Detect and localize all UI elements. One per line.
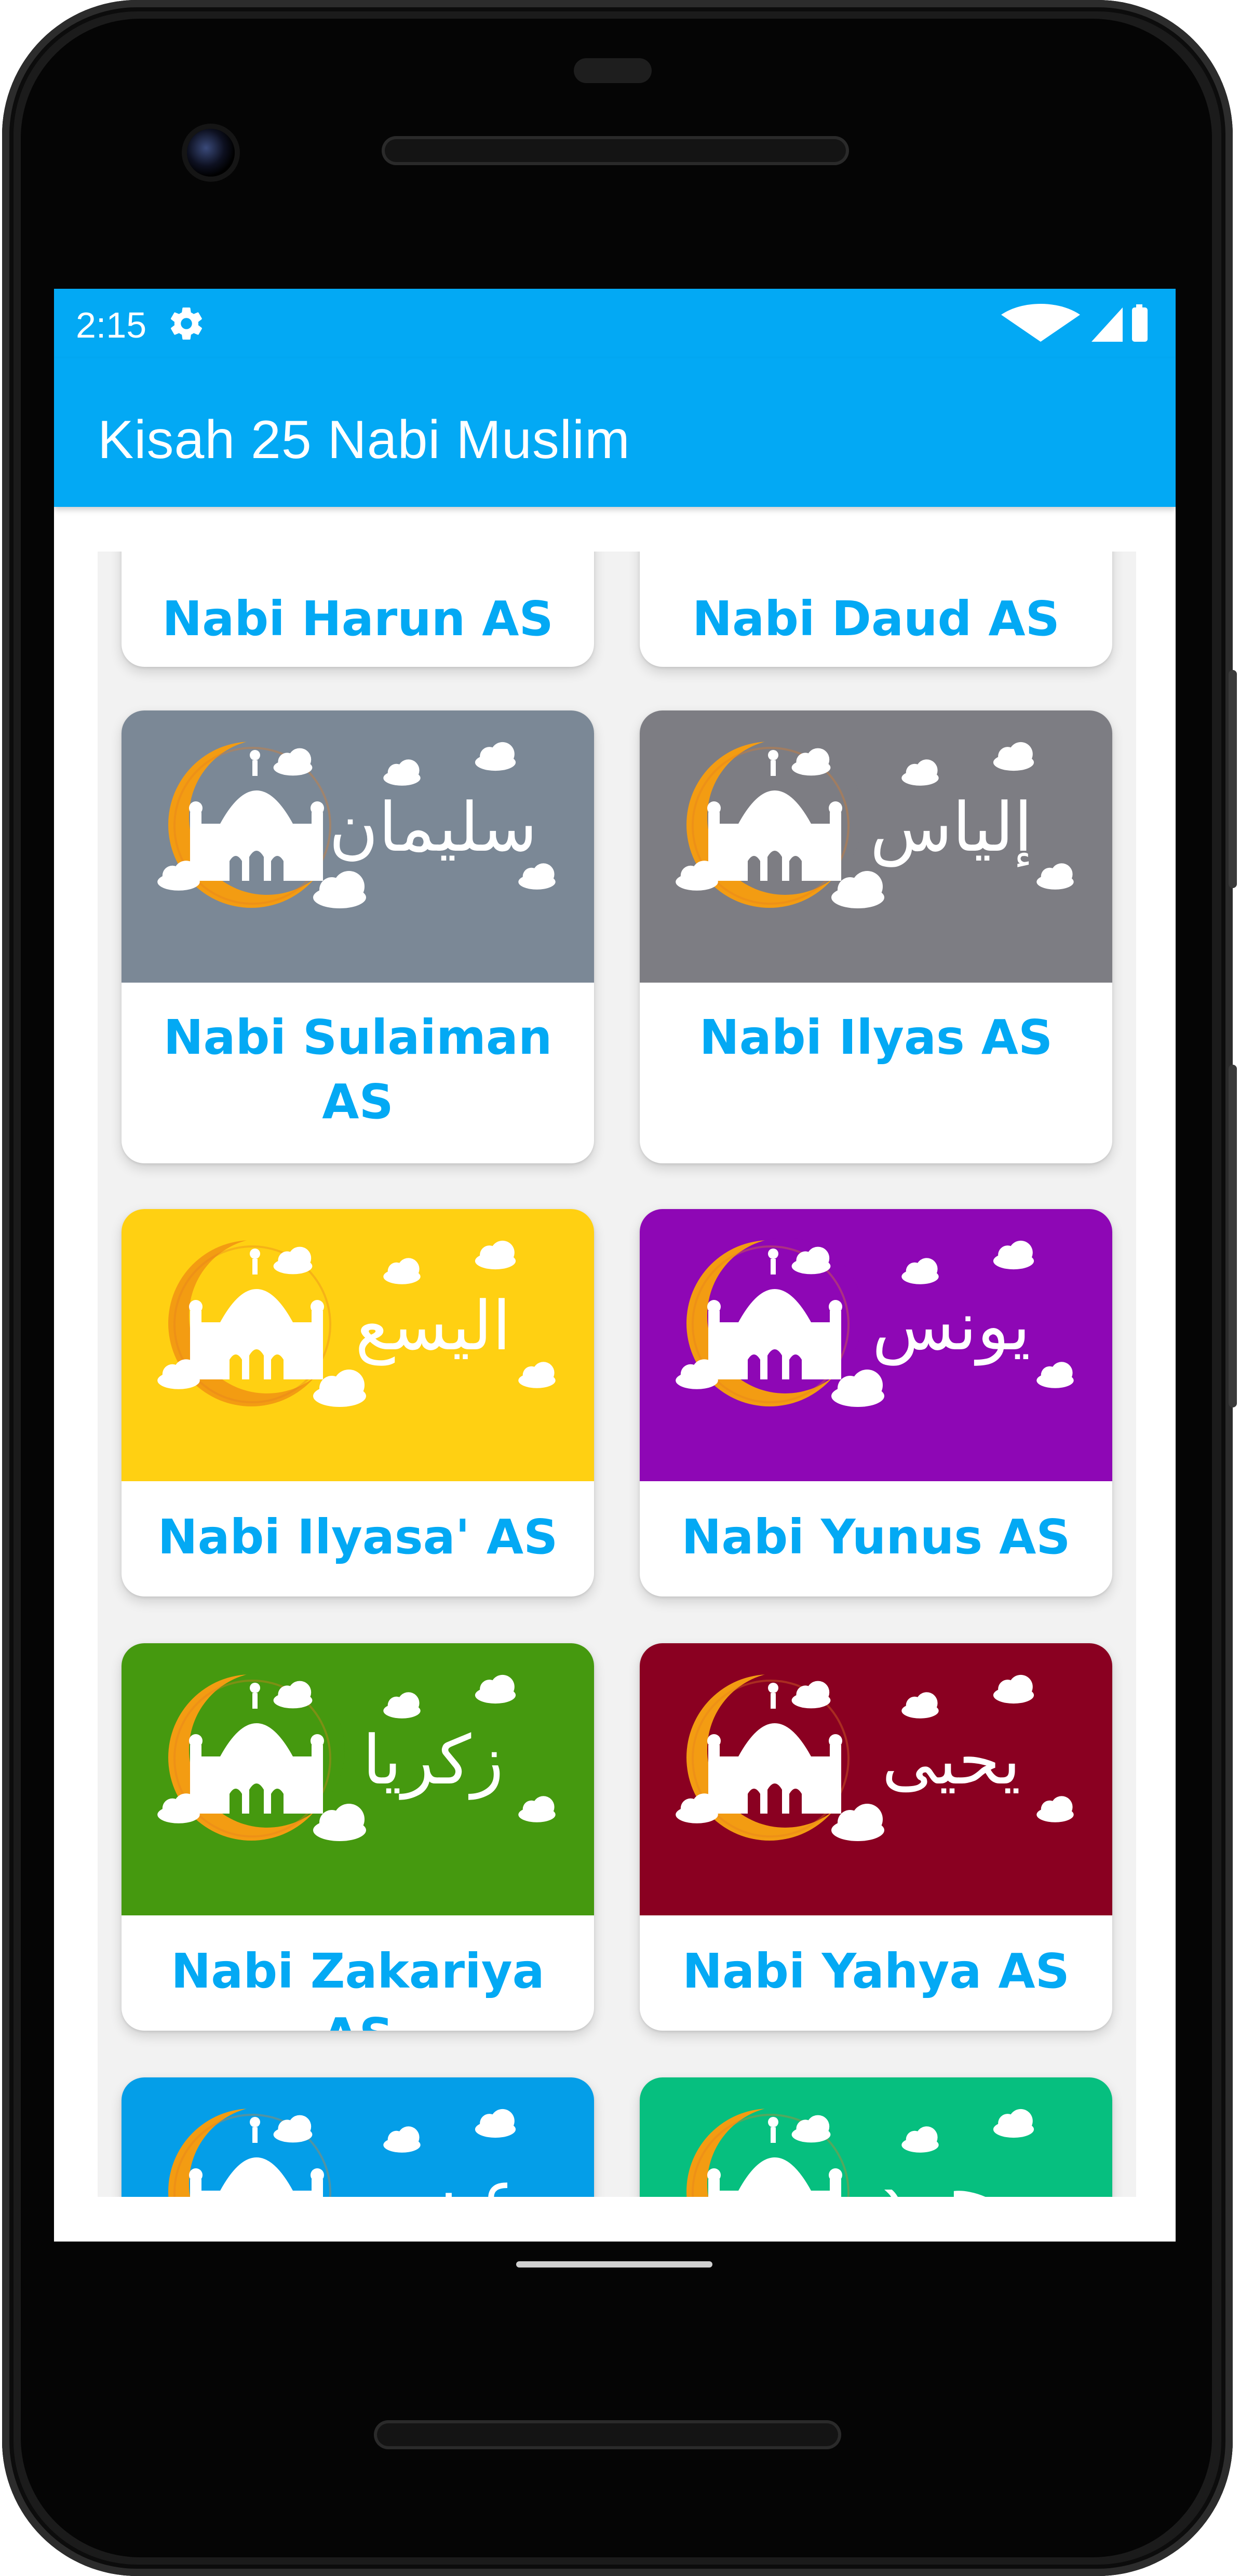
arabic-name: إلياس [870, 788, 1032, 867]
card-label: Nabi Ilyas AS [699, 1010, 1053, 1065]
app-bar: Kisah 25 Nabi Muslim [54, 358, 1176, 507]
card-nabi-yahya[interactable]: يحيى Nabi Yahya AS [640, 1643, 1112, 2031]
volume-button [1229, 1065, 1237, 1407]
cellular-signal-icon [1091, 307, 1123, 342]
card-label: Nabi Daud AS [692, 591, 1060, 647]
mosque-illustration: إلياس [640, 710, 1112, 983]
card-label: Nabi Zakariya AS [171, 1943, 545, 2031]
card-nabi-ilyas[interactable]: إلياس Nabi Ilyas AS [640, 710, 1112, 1163]
mosque-illustration: اليسع [122, 1209, 594, 1481]
bottom-speaker-grille [374, 2420, 841, 2449]
mosque-illustration: سليمان [122, 710, 594, 983]
mosque-illustration: يحيى [640, 1643, 1112, 1915]
earpiece [574, 58, 652, 83]
card-nabi-isa[interactable]: عيسى [122, 2077, 594, 2197]
arabic-name: محمد [874, 2155, 1029, 2197]
card-nabi-yunus[interactable]: يونس Nabi Yunus AS [640, 1209, 1112, 1596]
phone-frame: 2:15 Kisah 25 Nabi Muslim Nabi Harun AS [0, 0, 1240, 2576]
arabic-name: سليمان [329, 788, 537, 867]
card-nabi-sulaiman[interactable]: سليمان Nabi Sulaiman AS [122, 710, 594, 1163]
gear-icon [171, 307, 202, 340]
app-title: Kisah 25 Nabi Muslim [98, 410, 630, 470]
card-nabi-muhammad[interactable]: محمد [640, 2077, 1112, 2197]
card-nabi-zakariya[interactable]: زكريا Nabi Zakariya AS [122, 1643, 594, 2031]
top-speaker-grille [382, 136, 849, 165]
mosque-illustration: زكريا [122, 1643, 594, 1915]
screen: 2:15 Kisah 25 Nabi Muslim Nabi Harun AS [54, 289, 1176, 2242]
mosque-illustration: محمد [640, 2077, 1112, 2197]
card-label: Nabi Yahya AS [682, 1943, 1070, 1999]
status-bar: 2:15 [54, 289, 1176, 358]
arabic-name: عيسى [344, 2155, 521, 2197]
card-label: Nabi Harun AS [162, 591, 554, 647]
wifi-icon [1001, 304, 1080, 342]
status-time: 2:15 [76, 305, 147, 345]
status-icons [1001, 304, 1148, 342]
card-nabi-daud[interactable]: Nabi Daud AS [640, 552, 1112, 667]
front-camera [187, 129, 235, 177]
arabic-name: اليسع [355, 1286, 511, 1366]
arabic-name: زكريا [362, 1721, 504, 1800]
card-nabi-ilyasa[interactable]: اليسع Nabi Ilyasa' AS [122, 1209, 594, 1596]
card-label: Nabi Yunus AS [681, 1509, 1071, 1565]
card-label: Nabi Ilyasa' AS [157, 1509, 558, 1565]
card-nabi-harun[interactable]: Nabi Harun AS [122, 552, 594, 667]
power-button [1229, 670, 1237, 888]
card-label: Nabi Sulaiman AS [163, 1010, 552, 1130]
arabic-name: يونس [872, 1286, 1030, 1366]
home-gesture-bar[interactable] [516, 2261, 712, 2268]
mosque-illustration: يونس [640, 1209, 1112, 1481]
battery-icon [1132, 304, 1148, 342]
mosque-illustration: عيسى [122, 2077, 594, 2197]
arabic-name: يحيى [882, 1721, 1021, 1800]
prophet-grid: Nabi Harun AS Nabi Daud AS سليمان Nabi S… [98, 552, 1136, 2197]
